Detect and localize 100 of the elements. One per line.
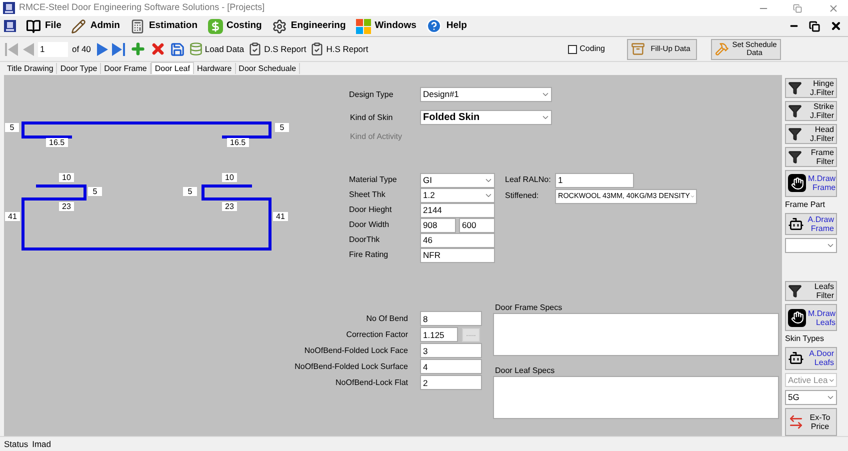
draw-button[interactable]: M.Draw Frame [785,170,837,197]
text-field[interactable]: 1.125 [420,327,458,342]
field-label: Door Frame Specs [494,303,564,313]
draw-button[interactable]: A.Draw Frame [785,212,837,236]
filter-button[interactable]: Strike J.Filter [785,101,837,121]
next-record-icon[interactable] [96,42,108,56]
checklist-icon [310,42,324,56]
previous-record-icon[interactable] [23,42,34,56]
text-field[interactable]: 600 [459,218,495,232]
calculator-icon [130,18,145,34]
menu-item[interactable]: File [26,18,62,34]
field-label: No Of Bend [365,312,409,324]
text-field[interactable]: 2144 [420,202,495,218]
database-icon [188,42,203,56]
tab[interactable]: Door Scheduale [236,63,300,74]
field-label: DoorThk [349,234,381,246]
dimension-label: 23 [59,202,74,211]
draw-button[interactable]: A.Door Leafs [785,347,837,370]
dropdown[interactable]: GI [420,172,495,188]
robot-icon [788,216,804,232]
toolbar-button[interactable]: Load Data [188,42,244,56]
book-icon [26,18,41,34]
text-field[interactable]: NFR [420,248,495,262]
dimension-label: 5 [183,187,197,196]
text-field[interactable]: 3 [420,343,482,358]
checklist-icon [248,42,262,56]
delete-icon[interactable] [150,41,166,57]
draw-button[interactable]: M.Draw Leafs [785,304,837,332]
toolbar-button[interactable]: D.S Report [248,42,306,56]
menu-item[interactable]: Admin [71,18,120,34]
text-field[interactable]: 1 [555,172,634,188]
price-button[interactable]: Ex-To Price [785,408,837,436]
first-record-icon[interactable] [5,42,19,56]
dimension-label: 16.5 [227,138,249,147]
funnel-icon [788,150,802,164]
text-field[interactable]: 8 [420,311,482,326]
status-text: Imad [32,438,52,450]
menu-item[interactable]: Windows [356,18,416,34]
field-label: NoOfBend-Folded Lock Face [303,344,409,356]
last-record-icon[interactable] [112,42,126,56]
coding-checkbox[interactable] [568,44,577,54]
field-label: NoOfBend-Lock Flat [334,376,409,388]
chevron-icon [541,113,550,122]
dropdown[interactable]: 1.2 [420,188,495,202]
dropdown[interactable]: Folded Skin [420,110,552,125]
field-label: Door Leaf Specs [494,366,556,376]
menu-item[interactable]: Help [426,18,467,34]
tab[interactable]: Door Leaf [150,62,194,74]
dimension-label: 23 [222,202,237,211]
funnel-icon [788,81,802,95]
funnel-icon [788,127,802,141]
hammer-icon [715,42,729,56]
filter-button[interactable]: Frame Filter [785,147,837,167]
toolbar-button[interactable]: H.S Report [310,42,368,56]
field-label: Stiffened: [505,190,540,202]
section-label: Skin Types [785,334,825,344]
field-label: Material Type [349,174,398,186]
dimension-label: 5 [88,187,102,196]
field-label: Design Type [349,88,394,100]
filter-button[interactable]: Leafs Filter [785,281,837,302]
dropdown[interactable]: 5G [785,390,837,405]
window-title: RMCE-Steel Door Engineering Software Solutions - [Projects] [19,1,265,14]
dropdown[interactable]: Design#1 [420,87,552,102]
text-area[interactable] [493,376,779,419]
menu-item[interactable]: Engineering [272,18,346,34]
funnel-icon [788,104,802,118]
robot-icon [788,350,804,366]
dimension-label: 5 [5,123,19,132]
hand-icon [788,174,806,192]
text-field[interactable]: 908 [420,218,456,232]
field-label: NoOfBend-Folded Lock Surface [294,360,409,372]
field-label: Correction Factor [345,328,409,340]
tab[interactable]: Hardware [194,63,236,74]
text-field[interactable]: 4 [420,359,482,374]
field-label: Fire Rating [349,249,390,261]
dimension-label: 41 [273,212,288,221]
text-field[interactable]: 46 [420,232,495,248]
four-squares-icon [356,18,371,34]
text-field[interactable]: 2 [420,375,482,390]
save-icon[interactable] [170,42,185,56]
dropdown[interactable] [785,238,837,253]
field-label: Door Hieght [349,204,393,216]
filter-button[interactable]: Head J.Filter [785,124,837,144]
menu-item[interactable]: Costing [208,18,262,34]
restore-icon[interactable] [809,20,820,32]
tab[interactable]: Door Type [57,63,102,74]
add-icon[interactable] [130,41,146,57]
record-field[interactable]: 1 [38,42,68,56]
filter-button[interactable]: Hinge J.Filter [785,78,837,98]
dimension-label: 10 [59,173,74,182]
help-icon [426,18,442,34]
gear-icon [272,18,287,34]
tab[interactable]: Title Drawing [4,63,58,74]
close-icon[interactable] [830,20,842,32]
app-icon [3,2,15,14]
field-label: Kind of Activity [349,131,404,143]
dimension-label: 41 [5,212,20,221]
section-label: Frame Part [785,200,826,210]
text-area[interactable] [493,313,779,356]
menu-item[interactable]: Estimation [130,18,198,34]
